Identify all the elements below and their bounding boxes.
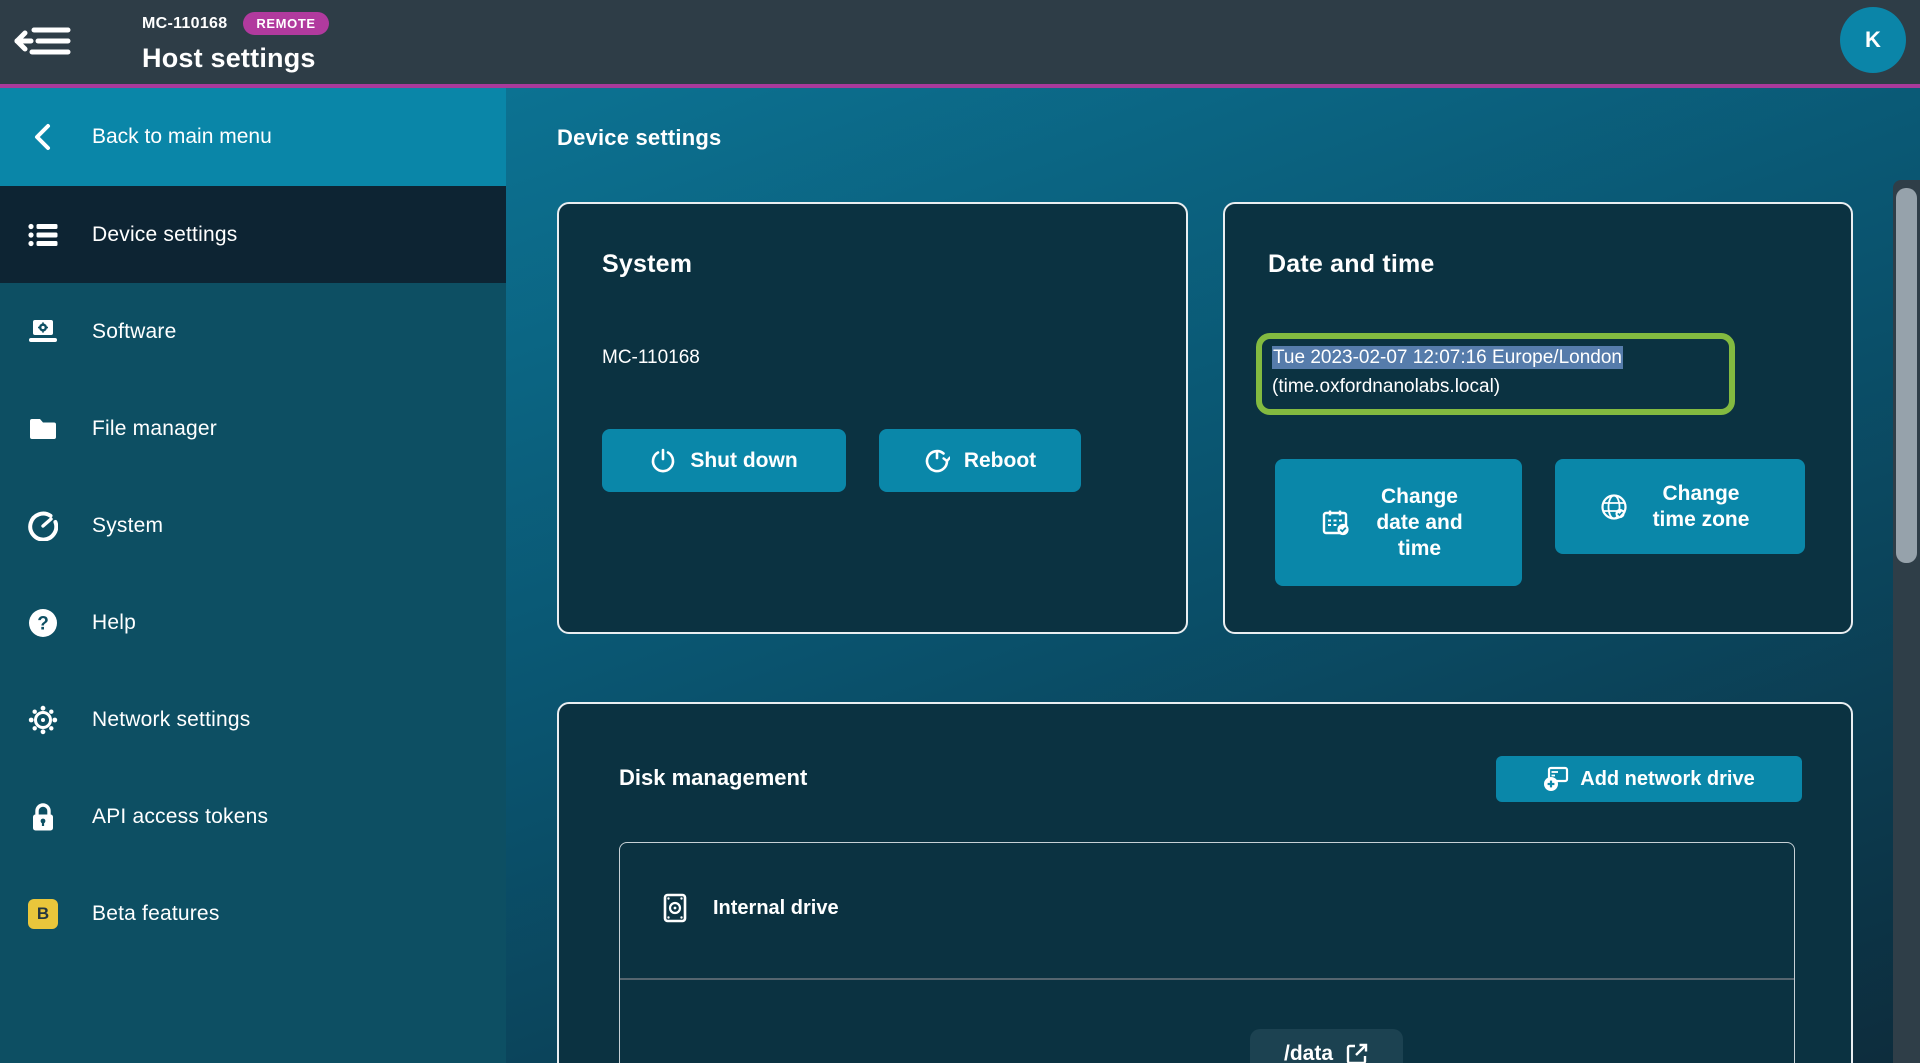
- change-date-time-button[interactable]: Change date and time: [1275, 459, 1522, 586]
- sidebar-item-system[interactable]: System: [0, 477, 506, 574]
- reboot-button[interactable]: Reboot: [879, 429, 1081, 492]
- software-icon: [27, 319, 59, 345]
- device-settings-icon: [28, 222, 58, 248]
- external-link-icon: [1345, 1042, 1369, 1063]
- change-date-time-label: Change date and time: [1364, 484, 1476, 562]
- datetime-card: Date and time Tue 2023-02-07 12:07:16 Eu…: [1223, 202, 1853, 634]
- header-accent-divider: [0, 84, 1920, 88]
- user-avatar[interactable]: K: [1840, 7, 1906, 73]
- reboot-icon: [924, 448, 950, 474]
- drive-panel-divider: [620, 978, 1794, 980]
- svg-text:?: ?: [37, 613, 49, 634]
- sidebar-item-label: API access tokens: [92, 805, 268, 829]
- gauge-icon: [28, 511, 58, 541]
- selected-datetime-text: Tue 2023-02-07 12:07:16 Europe/London: [1272, 346, 1623, 369]
- internal-drive-panel: Internal drive /data: [619, 842, 1795, 1063]
- internal-drive-label: Internal drive: [713, 897, 839, 920]
- sidebar-item-network-settings[interactable]: Network settings: [0, 671, 506, 768]
- system-card-title: System: [602, 250, 692, 279]
- folder-icon: [28, 417, 58, 441]
- current-datetime-display: Tue 2023-02-07 12:07:16 Europe/London (t…: [1256, 333, 1735, 415]
- host-settings-screen: MC-110168 REMOTE Host settings K Back to…: [0, 0, 1920, 1063]
- help-icon: ?: [28, 608, 58, 638]
- system-device-name: MC-110168: [602, 347, 700, 369]
- current-datetime-value: Tue 2023-02-07 12:07:16 Europe/London: [1272, 343, 1719, 372]
- back-to-main-menu[interactable]: Back to main menu: [0, 88, 506, 186]
- system-card: System MC-110168 Shut down Rebo: [557, 202, 1188, 634]
- vertical-scrollbar-track[interactable]: [1893, 180, 1920, 1063]
- network-gear-icon: [28, 705, 58, 735]
- sidebar-item-label: Help: [92, 611, 136, 635]
- page-title: Host settings: [142, 43, 329, 74]
- sidebar-item-label: Device settings: [92, 223, 237, 247]
- sidebar-item-label: Software: [92, 320, 176, 344]
- chevron-left-icon: [30, 122, 56, 152]
- app-header: MC-110168 REMOTE Host settings K: [0, 0, 1920, 84]
- change-time-zone-label: Change time zone: [1642, 481, 1760, 533]
- avatar-initial: K: [1865, 27, 1881, 53]
- sidebar-item-label: File manager: [92, 417, 217, 441]
- disk-management-card: Disk management Add network drive: [557, 702, 1853, 1063]
- sidebar-item-file-manager[interactable]: File manager: [0, 380, 506, 477]
- globe-icon: [1600, 493, 1628, 521]
- shut-down-label: Shut down: [690, 449, 797, 473]
- beta-icon: B: [28, 899, 58, 929]
- main-content: Device settings System MC-110168 Shut do…: [506, 88, 1920, 1063]
- sidebar-item-label: Network settings: [92, 708, 250, 732]
- calendar-check-icon: [1322, 509, 1350, 537]
- device-id: MC-110168: [142, 15, 227, 33]
- data-path-link[interactable]: /data: [1250, 1029, 1403, 1063]
- shut-down-button[interactable]: Shut down: [602, 429, 846, 492]
- sidebar-item-software[interactable]: Software: [0, 283, 506, 380]
- change-time-zone-button[interactable]: Change time zone: [1555, 459, 1805, 554]
- datetime-card-title: Date and time: [1268, 250, 1435, 279]
- power-icon: [650, 448, 676, 474]
- time-server: (time.oxfordnanolabs.local): [1272, 372, 1719, 401]
- remote-badge: REMOTE: [243, 12, 328, 35]
- lock-icon: [30, 802, 56, 832]
- vertical-scrollbar-thumb[interactable]: [1896, 188, 1917, 563]
- add-drive-icon: [1543, 766, 1569, 792]
- add-network-drive-label: Add network drive: [1580, 768, 1754, 791]
- add-network-drive-button[interactable]: Add network drive: [1496, 756, 1802, 802]
- sidebar-item-label: Beta features: [92, 902, 220, 926]
- back-label: Back to main menu: [92, 125, 272, 149]
- sidebar: Back to main menu Device settings: [0, 88, 506, 1063]
- data-path-label: /data: [1284, 1042, 1333, 1063]
- sidebar-item-api-access-tokens[interactable]: API access tokens: [0, 768, 506, 865]
- reboot-label: Reboot: [964, 449, 1036, 473]
- menu-collapse-icon: [13, 24, 71, 58]
- sidebar-item-label: System: [92, 514, 163, 538]
- internal-drive-row: Internal drive: [663, 893, 839, 923]
- sidebar-item-beta-features[interactable]: B Beta features: [0, 865, 506, 962]
- internal-drive-icon: [663, 893, 687, 923]
- section-heading: Device settings: [557, 125, 721, 151]
- collapse-menu-button[interactable]: [13, 22, 71, 60]
- sidebar-item-help[interactable]: ? Help: [0, 574, 506, 671]
- sidebar-item-device-settings[interactable]: Device settings: [0, 186, 506, 283]
- disk-management-title: Disk management: [619, 765, 807, 791]
